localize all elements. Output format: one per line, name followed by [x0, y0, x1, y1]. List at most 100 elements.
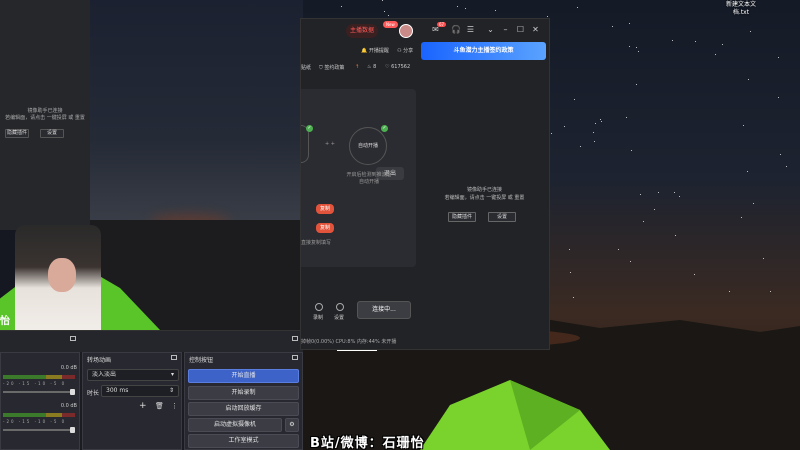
headset-icon[interactable]: 🎧 — [451, 25, 461, 34]
star — [617, 248, 619, 250]
stepper-icon[interactable]: ⇕ — [169, 386, 174, 396]
chevron-down-icon: ▾ — [170, 371, 174, 378]
popout-icon[interactable] — [292, 336, 298, 341]
webcam-person — [15, 225, 101, 330]
open-notify-label: 开播提醒 — [368, 48, 389, 54]
settings-icon[interactable] — [336, 303, 344, 311]
share-link[interactable]: ⚇ 分享 — [397, 47, 413, 54]
star — [592, 132, 594, 134]
audio-mixer-dock: 0.0 dB -20 -15 -10 -5 0 0.0 dB -20 -15 -… — [0, 352, 80, 450]
mixer-track-2: 0.0 dB -20 -15 -10 -5 0 — [1, 403, 81, 435]
studio-mode-button[interactable]: 工作室模式 — [188, 434, 299, 448]
star — [593, 140, 595, 142]
gear-icon[interactable]: ⚙ — [285, 418, 299, 432]
add-icon[interactable]: + — [139, 401, 147, 411]
star — [340, 6, 342, 8]
sign-policy-label: 签约政策 — [324, 65, 345, 71]
star — [382, 0, 384, 2]
auto-start-hint-2: 自动开播 — [358, 179, 379, 185]
star — [629, 46, 631, 48]
projector-hide-button[interactable]: 隐藏插件 — [448, 212, 476, 222]
star — [642, 221, 644, 223]
slider-knob[interactable] — [70, 427, 75, 433]
projector-hint: 镜像助手已连接 若编辑面，请点击 一键投屏 或 重置 — [427, 186, 542, 202]
preview-hint: 镜像助手已连接 若编辑面，请点击 一键投屏 或 重置 — [0, 108, 90, 122]
start-stream-button[interactable]: 开始直播 — [188, 369, 299, 383]
transition-type-select[interactable]: 淡入淡出 ▾ — [87, 369, 179, 381]
star — [573, 99, 575, 101]
star — [729, 290, 731, 292]
duration-input[interactable]: 300 ms ⇕ — [101, 385, 179, 397]
menu-icon[interactable]: ☰ — [466, 25, 475, 34]
obs-preview[interactable]: 怡 镜像助手已连接 若编辑面，请点击 一键投屏 或 重置 隐藏插件 设置 — [0, 0, 303, 330]
start-virtual-camera-button[interactable]: 启动虚拟摄像机 — [188, 418, 282, 432]
fill-hint: 直接复制填写 — [301, 240, 332, 246]
copy-button-2[interactable]: 复制 — [316, 223, 335, 233]
star — [769, 290, 771, 292]
plugin-settings-button[interactable]: 设置 — [40, 129, 64, 138]
star — [630, 260, 632, 262]
star — [763, 258, 765, 260]
star — [572, 296, 574, 298]
star — [679, 195, 681, 197]
star — [653, 209, 655, 211]
star — [631, 149, 632, 151]
track2-db: 0.0 dB — [60, 403, 77, 409]
face — [48, 258, 76, 292]
popout-icon[interactable] — [292, 355, 298, 360]
transitions-dock: 转场动画 淡入淡出 ▾ 时长 300 ms ⇕ + 🗑 ⋮ — [82, 352, 182, 450]
track1-volume-slider[interactable] — [3, 389, 75, 395]
fire-value: 8 — [373, 64, 377, 70]
star — [547, 15, 548, 17]
track1-scale: -20 -15 -10 -5 0 — [3, 381, 67, 386]
sign-policy-link[interactable]: ⛉ 签约政策 — [319, 64, 344, 71]
popout-icon[interactable] — [171, 355, 177, 360]
track2-volume-slider[interactable] — [3, 427, 75, 433]
star — [457, 6, 459, 8]
minimize-icon[interactable]: – — [501, 25, 510, 34]
popout-icon[interactable] — [70, 336, 76, 341]
more-icon[interactable]: ⋮ — [171, 402, 178, 410]
star — [750, 31, 752, 33]
auto-start-hint: 开启后检测到推流后 自动开播 — [341, 171, 397, 185]
open-notify-link[interactable]: 🔔 开播提醒 — [361, 47, 389, 54]
star — [628, 22, 630, 24]
hide-plugin-button[interactable]: 隐藏插件 — [5, 129, 29, 138]
stream-settings-card: 退出 ✓ + + 自动开播 ✓ 开启后检测到推流后 自动开播 复制 复制 直接复… — [301, 89, 416, 267]
watermark-text: B站/微博：石珊怡 — [310, 436, 425, 450]
start-record-button[interactable]: 开始录制 — [188, 386, 299, 400]
check-icon: ✓ — [381, 125, 388, 132]
status-progress — [337, 350, 377, 351]
star — [384, 11, 386, 13]
slider-knob[interactable] — [70, 389, 75, 395]
star — [742, 124, 744, 126]
star — [640, 194, 642, 196]
projector-settings-button[interactable]: 设置 — [488, 212, 516, 222]
star — [715, 53, 717, 55]
anchor-data-button[interactable]: 主播数据 — [346, 24, 379, 38]
desktop-file-label[interactable]: 新建文本文 档.txt — [718, 1, 764, 17]
maximize-icon[interactable]: ☐ — [516, 25, 525, 34]
arrow-up-icon: ↑ — [355, 64, 360, 70]
duration-value: 300 ms — [106, 387, 129, 394]
star — [551, 133, 553, 135]
start-replay-buffer-button[interactable]: 启动回放缓存 — [188, 402, 299, 416]
close-icon[interactable]: ✕ — [531, 25, 540, 34]
tent-image — [420, 380, 610, 450]
record-label: 录制 — [313, 315, 324, 321]
auto-start-toggle[interactable]: 自动开播 — [349, 127, 387, 165]
preview-hint-line1: 镜像助手已连接 — [27, 108, 63, 114]
star — [671, 39, 673, 41]
stats-left-label[interactable]: 贴纸 — [301, 64, 311, 71]
obs-window: 怡 镜像助手已连接 若编辑面，请点击 一键投屏 或 重置 隐藏插件 设置 0.0… — [0, 0, 303, 450]
star — [721, 43, 723, 45]
record-icon[interactable] — [315, 303, 323, 311]
trash-icon[interactable]: 🗑 — [155, 402, 164, 410]
avatar[interactable] — [399, 24, 413, 38]
collapse-icon[interactable]: ⌄ — [486, 25, 495, 34]
copy-button-1[interactable]: 复制 — [316, 204, 335, 214]
settings-label: 设置 — [334, 315, 345, 321]
connect-button[interactable]: 连接中... — [357, 301, 411, 319]
star — [465, 8, 467, 10]
plus-label: + + — [325, 141, 335, 147]
